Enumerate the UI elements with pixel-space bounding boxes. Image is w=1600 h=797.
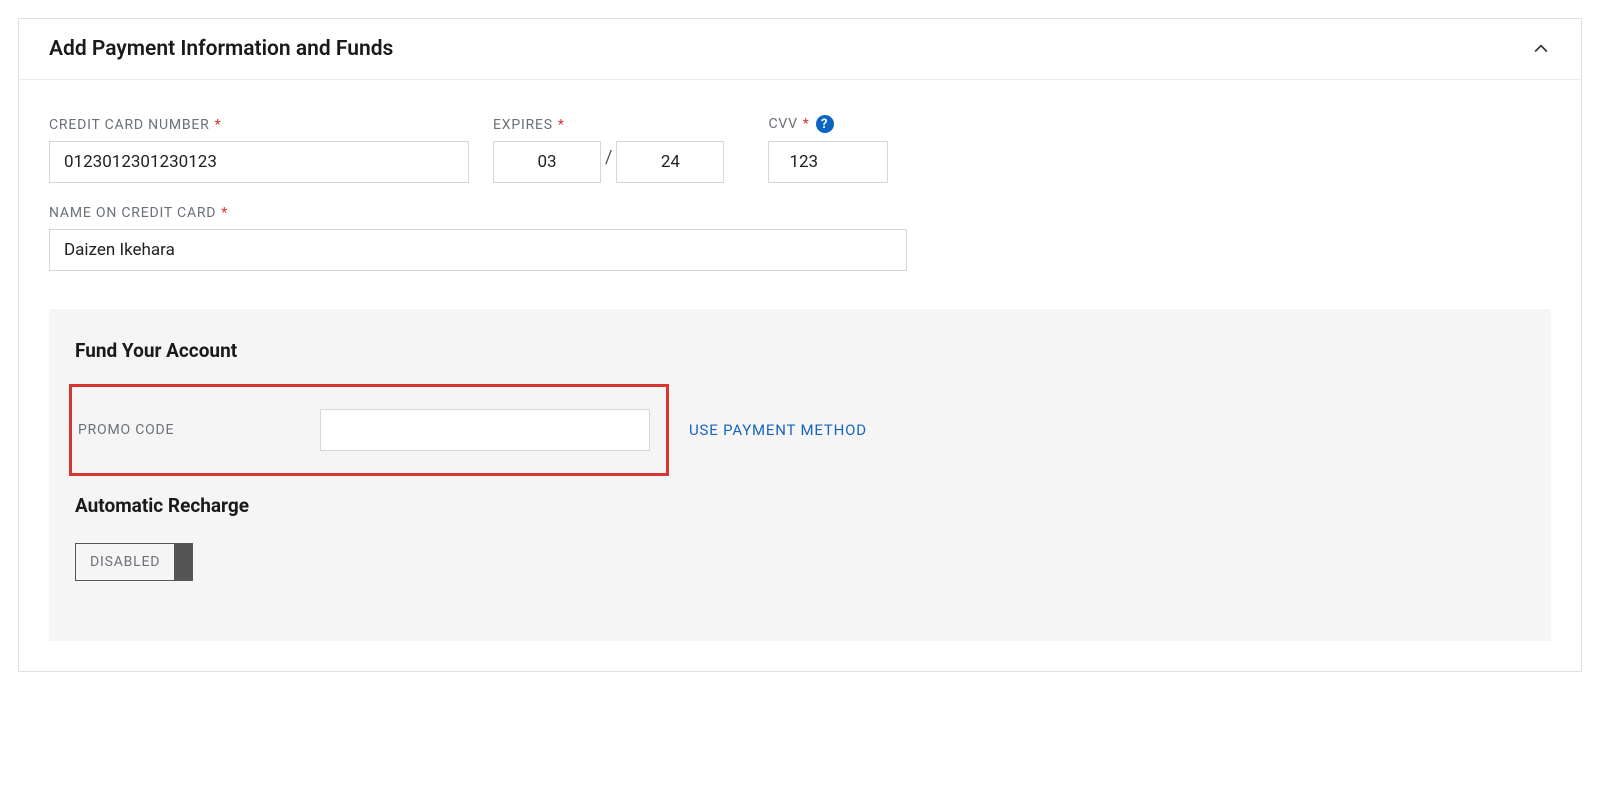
expires-year-input[interactable]	[616, 141, 724, 183]
field-cvv: CVV * ?	[768, 115, 888, 183]
required-asterisk: *	[221, 205, 228, 221]
label-cvv-text: CVV	[768, 116, 797, 132]
toggle-state-label: Disabled	[76, 544, 174, 580]
toggle-handle	[174, 544, 192, 580]
row-name: Name on Credit Card *	[49, 205, 1551, 271]
chevron-up-icon	[1531, 39, 1551, 59]
field-expires: Expires * /	[493, 117, 724, 183]
expires-group: /	[493, 141, 724, 183]
required-asterisk: *	[803, 116, 810, 132]
expires-separator: /	[605, 147, 612, 178]
payment-panel: Add Payment Information and Funds Credit…	[18, 18, 1582, 672]
field-name-on-card: Name on Credit Card *	[49, 205, 907, 271]
required-asterisk: *	[215, 117, 222, 133]
automatic-recharge-toggle[interactable]: Disabled	[75, 543, 193, 581]
fund-section: Fund Your Account Promo Code Use Payment…	[49, 309, 1551, 641]
promo-code-input[interactable]	[320, 409, 650, 451]
label-expires-text: Expires	[493, 117, 553, 133]
name-on-card-input[interactable]	[49, 229, 907, 271]
label-cvv: CVV * ?	[768, 115, 888, 133]
promo-label: Promo Code	[78, 422, 298, 438]
recharge-title: Automatic Recharge	[75, 494, 1525, 517]
expires-month-input[interactable]	[493, 141, 601, 183]
label-cc-number: Credit Card Number *	[49, 117, 469, 133]
field-cc-number: Credit Card Number *	[49, 117, 469, 183]
use-payment-method-link[interactable]: Use Payment Method	[689, 421, 867, 439]
label-name-text: Name on Credit Card	[49, 205, 216, 221]
panel-body: Credit Card Number * Expires * / CVV * ?	[19, 80, 1581, 671]
cvv-input[interactable]	[768, 141, 888, 183]
required-asterisk: *	[558, 117, 565, 133]
cc-number-input[interactable]	[49, 141, 469, 183]
label-expires: Expires *	[493, 117, 724, 133]
fund-title: Fund Your Account	[75, 339, 1525, 362]
promo-container: Promo Code Use Payment Method	[75, 384, 1525, 476]
label-cc-number-text: Credit Card Number	[49, 117, 210, 133]
label-name-on-card: Name on Credit Card *	[49, 205, 907, 221]
row-card-details: Credit Card Number * Expires * / CVV * ?	[49, 115, 1551, 183]
panel-header[interactable]: Add Payment Information and Funds	[19, 19, 1581, 80]
panel-title: Add Payment Information and Funds	[49, 37, 393, 61]
promo-highlight-box: Promo Code	[69, 384, 669, 476]
help-icon[interactable]: ?	[816, 115, 834, 133]
